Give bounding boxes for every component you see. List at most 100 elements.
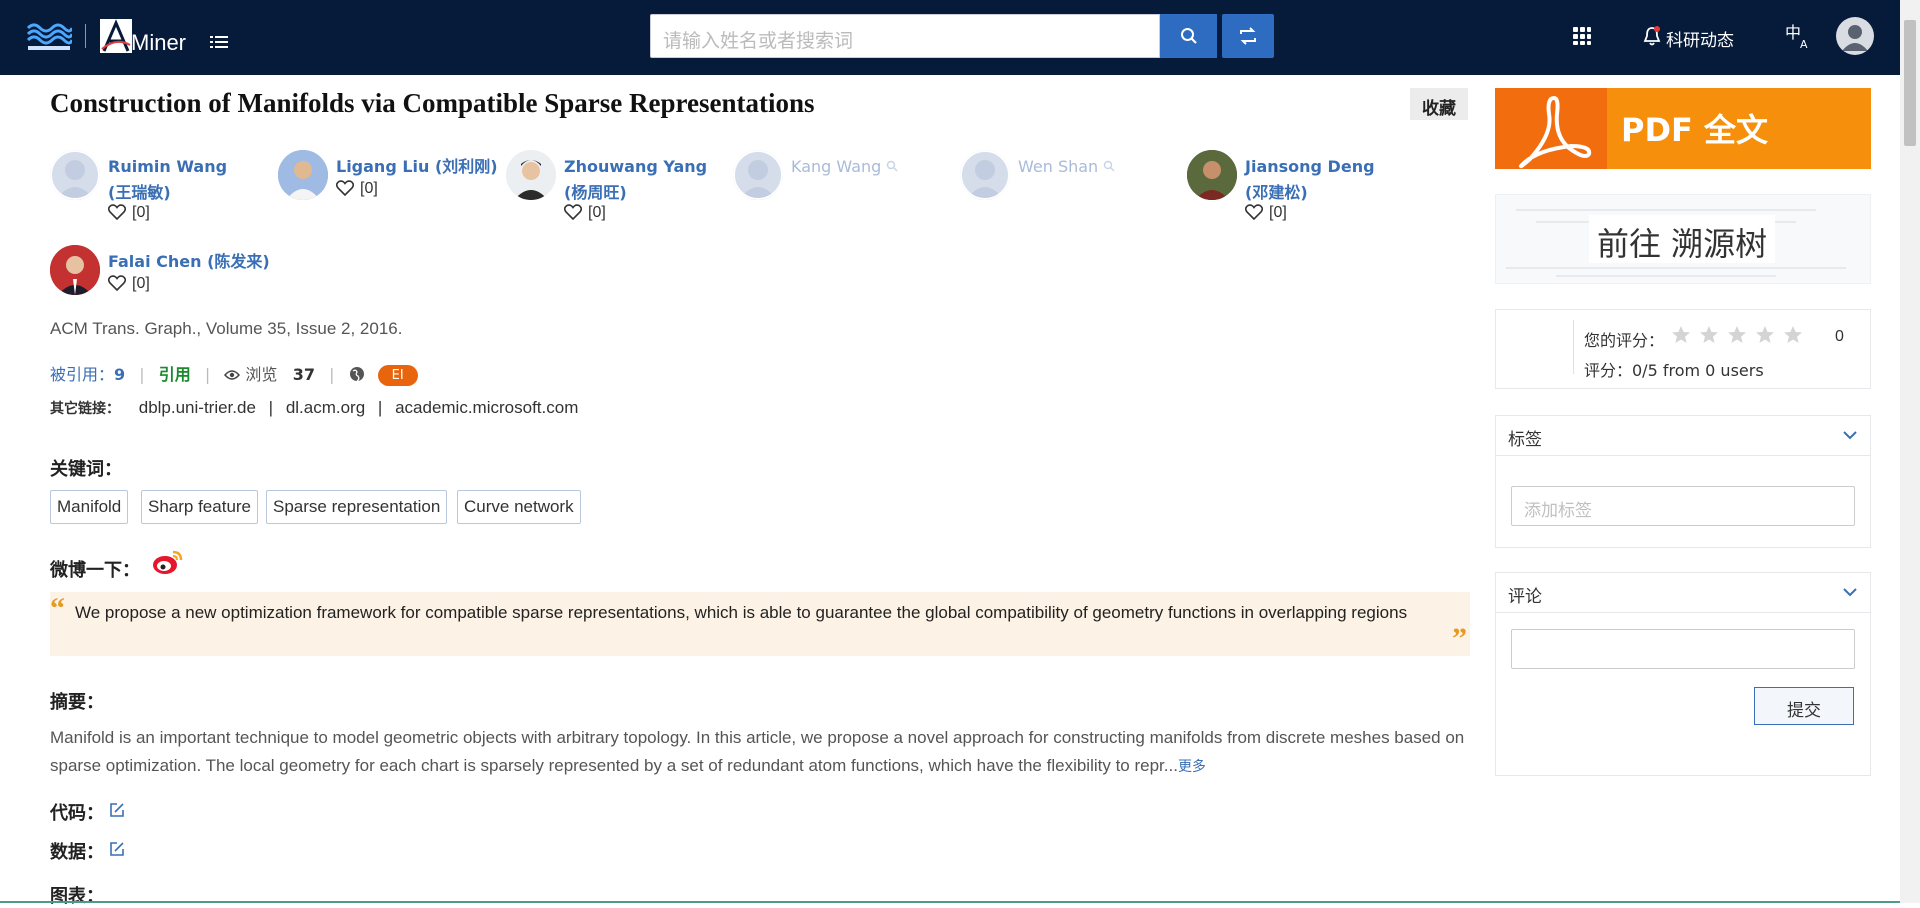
author-avatar-placeholder[interactable]: [50, 150, 100, 200]
views-label: 浏览: [245, 365, 278, 384]
your-rating-label: 您的评分：: [1584, 331, 1665, 350]
highlight-text: We propose a new optimization framework …: [75, 603, 1408, 622]
globe-icon[interactable]: [349, 366, 365, 382]
user-icon: [1842, 25, 1868, 51]
paper-title: Construction of Manifolds via Compatible…: [50, 88, 815, 118]
comments-title: 评论: [1508, 587, 1542, 607]
user-icon: [50, 150, 100, 200]
star-icon[interactable]: [1783, 325, 1803, 345]
pdf-fulltext-button[interactable]: PDF 全文: [1495, 88, 1871, 169]
author-name[interactable]: Zhouwang Yang (杨周旺): [564, 154, 707, 206]
author-name[interactable]: Falai Chen (陈发来): [108, 249, 270, 275]
external-link[interactable]: academic.microsoft.com: [395, 398, 578, 417]
author-name[interactable]: Ruimin Wang (王瑞敏): [108, 154, 227, 206]
edit-icon[interactable]: [109, 802, 125, 818]
author-name[interactable]: Wen Shan: [1018, 154, 1115, 180]
bell-icon[interactable]: [1642, 25, 1662, 47]
author-like[interactable]: [0]: [1244, 204, 1287, 222]
star-icon[interactable]: [1699, 325, 1719, 345]
trace-preview-line: [1506, 267, 1846, 269]
cited-by-count[interactable]: 9: [114, 365, 125, 384]
author-like[interactable]: [0]: [107, 204, 150, 222]
abstract-label: 摘要：: [50, 692, 104, 713]
user-icon: [733, 150, 783, 200]
chevron-down-icon: [1843, 431, 1857, 440]
search-button[interactable]: [1160, 14, 1217, 58]
submit-comment-button[interactable]: 提交: [1754, 687, 1854, 725]
heart-icon: [335, 180, 355, 197]
more-link[interactable]: 更多: [1178, 759, 1206, 775]
switch-search-mode-button[interactable]: [1222, 14, 1274, 58]
trace-preview-line: [1516, 209, 1816, 211]
weibo-label: 微博一下：: [50, 560, 140, 581]
aminer-wave-logo-icon[interactable]: [26, 18, 72, 54]
figures-label: 图表：: [50, 886, 104, 907]
logo-divider: [85, 24, 86, 48]
author-name[interactable]: Jiansong Deng (邓建松): [1245, 154, 1375, 206]
apps-grid-icon[interactable]: [1572, 26, 1592, 46]
user-icon: [960, 150, 1010, 200]
author-avatar[interactable]: [278, 150, 328, 200]
separator: |: [268, 398, 274, 417]
close-quote-icon: ”: [1452, 622, 1467, 655]
aminer-a-logo-icon[interactable]: [100, 19, 132, 53]
author-like[interactable]: [0]: [335, 180, 378, 198]
svg-text:A: A: [1800, 38, 1808, 50]
heart-icon: [107, 275, 127, 292]
abstract-body: Manifold is an important technique to mo…: [50, 728, 1465, 775]
rating-panel: 您的评分： 0 评分：0/5 from 0 users: [1495, 309, 1871, 389]
author-photo-icon: [506, 150, 556, 200]
separator: |: [329, 365, 335, 384]
author-avatar[interactable]: [50, 245, 100, 295]
switch-icon: [1240, 27, 1256, 45]
keyword-tag[interactable]: Sparse representation: [266, 490, 448, 524]
trace-preview-line: [1556, 275, 1776, 277]
comments-panel-header[interactable]: 评论: [1496, 573, 1870, 613]
menu-icon[interactable]: [210, 34, 228, 50]
cited-by-label[interactable]: 被引用：: [50, 365, 114, 384]
star-icon[interactable]: [1727, 325, 1747, 345]
rating-summary: 评分：0/5 from 0 users: [1584, 361, 1764, 380]
author-like[interactable]: [0]: [563, 204, 606, 222]
keyword-tag[interactable]: Sharp feature: [141, 490, 259, 524]
keywords-label: 关键词：: [50, 459, 122, 480]
weibo-icon[interactable]: [152, 548, 184, 576]
comment-input[interactable]: [1511, 629, 1855, 669]
author-photo-icon: [1187, 150, 1237, 200]
add-tag-input[interactable]: 添加标签: [1511, 486, 1855, 526]
separator: |: [377, 398, 383, 417]
search-input[interactable]: 请输入姓名或者搜索词: [650, 14, 1160, 58]
keyword-tag[interactable]: Curve network: [457, 490, 581, 524]
author-avatar-placeholder[interactable]: [960, 150, 1010, 200]
external-link[interactable]: dl.acm.org: [286, 398, 365, 417]
aminer-logo-text[interactable]: Miner: [131, 30, 186, 56]
rating-stars[interactable]: [1671, 325, 1811, 350]
user-avatar[interactable]: [1836, 17, 1874, 55]
page-scrollbar-thumb[interactable]: [1904, 20, 1916, 146]
author-like[interactable]: [0]: [107, 275, 150, 293]
external-link[interactable]: dblp.uni-trier.de: [139, 398, 256, 417]
edit-icon[interactable]: [109, 841, 125, 857]
views-count: 37: [292, 365, 315, 384]
language-switch-icon[interactable]: 中 A: [1784, 22, 1812, 50]
data-label: 数据：: [50, 842, 104, 863]
author-name[interactable]: Ligang Liu (刘利刚): [336, 154, 498, 180]
open-quote-icon: “: [50, 592, 65, 625]
keyword-tag[interactable]: Manifold: [50, 490, 129, 524]
star-icon[interactable]: [1755, 325, 1775, 345]
trace-tree-button[interactable]: 前往 溯源树: [1495, 194, 1871, 284]
other-links: 其它链接： dblp.uni-trier.de | dl.acm.org | a…: [50, 398, 578, 418]
star-icon[interactable]: [1671, 325, 1691, 345]
author-photo-icon: [50, 245, 100, 295]
tags-panel: 标签 添加标签: [1495, 415, 1871, 548]
author-name[interactable]: Kang Wang: [791, 154, 898, 180]
tags-panel-header[interactable]: 标签: [1496, 416, 1870, 456]
author-avatar[interactable]: [506, 150, 556, 200]
research-news-link[interactable]: 科研动态: [1666, 26, 1734, 51]
cite-button[interactable]: 引用: [159, 365, 191, 384]
heart-icon: [1244, 204, 1264, 221]
collect-button[interactable]: 收藏: [1410, 88, 1468, 120]
author-avatar[interactable]: [1187, 150, 1237, 200]
paper-metrics: 被引用：9 | 引用 | 浏览 37 | EI: [50, 361, 418, 386]
author-avatar-placeholder[interactable]: [733, 150, 783, 200]
